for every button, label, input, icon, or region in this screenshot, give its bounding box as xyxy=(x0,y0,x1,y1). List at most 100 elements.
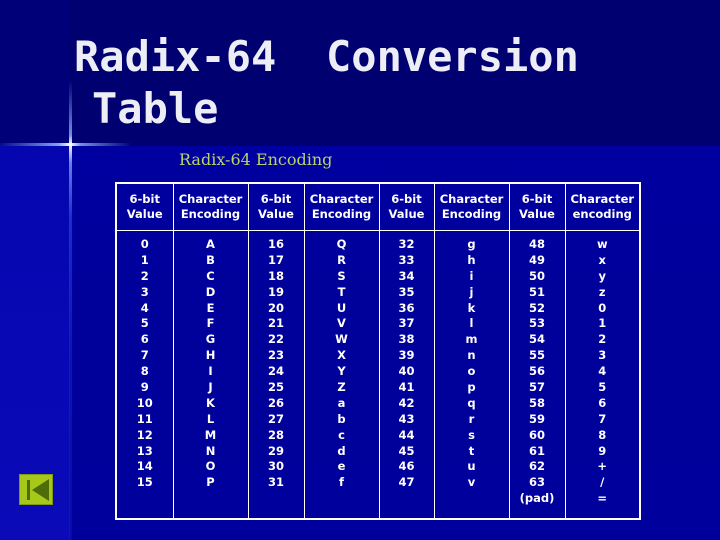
character-column: ghijklmnopqrstuv xyxy=(433,230,510,519)
character-cell: X xyxy=(337,348,346,363)
six-bit-value-cell: 33 xyxy=(398,252,415,267)
six-bit-value-cell: 51 xyxy=(528,284,545,299)
six-bit-value-cell: 41 xyxy=(398,380,415,395)
column-header-line: 6-bit xyxy=(129,192,160,206)
six-bit-value-cell: 38 xyxy=(398,332,415,347)
six-bit-value-cell: 18 xyxy=(267,268,284,283)
character-cell: j xyxy=(469,284,474,299)
six-bit-value-cell: 53 xyxy=(528,316,545,331)
six-bit-value-cell: 17 xyxy=(267,252,284,267)
six-bit-value-cell: 29 xyxy=(267,443,284,458)
character-cell: g xyxy=(467,237,476,251)
character-cell: z xyxy=(598,284,606,299)
previous-slide-button[interactable] xyxy=(19,474,53,505)
character-cell: e xyxy=(337,459,346,474)
six-bit-value-cell: 47 xyxy=(398,475,415,490)
six-bit-value-cell: 40 xyxy=(398,364,415,379)
character-cell: S xyxy=(337,268,346,283)
skip-back-icon-bar xyxy=(27,480,30,500)
six-bit-value-cell: 28 xyxy=(267,427,284,442)
six-bit-value-cell: 37 xyxy=(398,316,415,331)
character-cell: F xyxy=(206,316,215,331)
character-cell: V xyxy=(337,316,346,331)
six-bit-value-cell: 1 xyxy=(140,252,149,267)
character-cell: 7 xyxy=(598,411,607,426)
character-cell: Y xyxy=(337,364,346,379)
six-bit-value-cell: 26 xyxy=(267,395,284,410)
six-bit-value-cell: 13 xyxy=(136,443,153,458)
title-word-1: Radix-64 xyxy=(74,32,277,81)
column-header-line: Value xyxy=(126,207,163,221)
character-cell: 3 xyxy=(598,348,607,363)
six-bit-value-cell: 30 xyxy=(267,459,284,474)
character-cell: n xyxy=(467,348,476,363)
table-header-row: 6-bit Value Character Encoding 6-bit Value Cha… xyxy=(115,182,641,231)
six-bit-value-cell: 24 xyxy=(267,364,284,379)
value-column: 16 17 18 19 20 21 22 23 24 25 26 27 28 29 30 31 xyxy=(247,230,305,519)
column-header: Character Encoding xyxy=(172,182,249,231)
character-cell: / xyxy=(600,475,605,490)
character-cell: m xyxy=(465,332,478,347)
six-bit-value-cell: 58 xyxy=(528,395,545,410)
six-bit-value-cell: 19 xyxy=(267,284,284,299)
column-header-line: 6-bit xyxy=(391,192,422,206)
six-bit-value-cell: 8 xyxy=(140,364,149,379)
six-bit-value-cell: 49 xyxy=(528,252,545,267)
six-bit-value-cell: 22 xyxy=(267,332,284,347)
character-cell: o xyxy=(467,364,476,379)
column-header-line: Encoding xyxy=(441,207,502,221)
character-cell: B xyxy=(206,252,215,267)
value-column: 32 33 34 35 36 37 38 39 40 41 42 43 44 45 46 47 xyxy=(378,230,435,519)
character-cell: l xyxy=(469,316,474,331)
six-bit-value-cell: 0 xyxy=(140,237,149,251)
character-cell: I xyxy=(208,364,213,379)
six-bit-value-cell: 16 xyxy=(267,237,284,251)
character-cell: c xyxy=(338,427,345,442)
six-bit-value-cell: 25 xyxy=(267,380,284,395)
character-column: ABCDEFGHIJKLMNOP xyxy=(172,230,249,519)
column-header-line: 6-bit xyxy=(521,192,553,206)
character-cell: L xyxy=(206,411,215,426)
column-header-line: Character xyxy=(570,192,635,206)
character-cell: a xyxy=(337,395,346,410)
column-header-line: encoding xyxy=(572,207,632,221)
character-cell: h xyxy=(467,252,476,267)
character-cell: J xyxy=(208,380,213,395)
character-cell: D xyxy=(205,284,216,299)
six-bit-value-cell: 10 xyxy=(136,395,153,410)
six-bit-value-cell: 52 xyxy=(528,300,545,315)
character-cell: E xyxy=(206,300,215,315)
skip-back-icon xyxy=(32,479,49,501)
six-bit-value-cell: 27 xyxy=(267,411,284,426)
character-cell: b xyxy=(337,411,346,426)
six-bit-value-cell: 61 xyxy=(528,443,545,458)
six-bit-value-cell: 5 xyxy=(140,316,149,331)
six-bit-value-cell: 11 xyxy=(136,411,153,426)
six-bit-value-cell: 36 xyxy=(398,300,415,315)
character-cell: s xyxy=(468,427,475,442)
character-cell: w xyxy=(596,237,608,251)
column-header: 6-bit Value xyxy=(247,182,305,231)
six-bit-value-cell: 44 xyxy=(398,427,415,442)
six-bit-value-cell: 45 xyxy=(398,443,415,458)
six-bit-value-cell: 63 xyxy=(528,475,545,490)
six-bit-value-cell: 48 xyxy=(528,237,545,251)
column-header: Character Encoding xyxy=(303,182,380,231)
character-cell: Z xyxy=(337,380,346,395)
character-cell: K xyxy=(206,395,215,410)
character-cell: v xyxy=(467,475,476,490)
six-bit-value-cell: 35 xyxy=(398,284,415,299)
character-cell: A xyxy=(206,237,215,251)
character-cell: 8 xyxy=(598,427,607,442)
value-column: 48 49 50 51 52 53 54 55 56 57 58 59 60 61 62 63 (pad) xyxy=(508,230,566,519)
character-cell: t xyxy=(468,443,475,458)
decorative-vertical-glow-line xyxy=(69,80,72,540)
six-bit-value-cell: 50 xyxy=(528,268,545,283)
character-cell: = xyxy=(597,491,608,506)
column-header: Character encoding xyxy=(564,182,641,231)
six-bit-value-cell: 60 xyxy=(528,427,545,442)
character-cell: M xyxy=(204,427,217,442)
six-bit-value-cell: 4 xyxy=(140,300,149,315)
column-header: 6-bit Value xyxy=(378,182,435,231)
background-left-strip-top xyxy=(0,0,70,146)
